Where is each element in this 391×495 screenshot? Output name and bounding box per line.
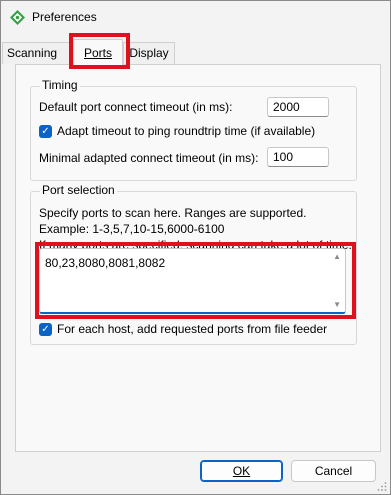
- tab-ports[interactable]: Ports: [73, 39, 123, 66]
- file-feeder-checkbox[interactable]: ✓: [39, 323, 52, 336]
- port-help-line2: Example: 1-3,5,7,10-15,6000-6100: [39, 222, 225, 236]
- ports-panel: Timing Default port connect timeout (in …: [15, 64, 381, 452]
- port-help-line1: Specify ports to scan here. Ranges are s…: [39, 206, 307, 220]
- angry-ip-scanner-icon: [10, 10, 25, 25]
- title-bar[interactable]: Preferences: [1, 1, 390, 33]
- default-timeout-label: Default port connect timeout (in ms):: [39, 100, 233, 114]
- resize-grip-icon[interactable]: [377, 481, 387, 491]
- tab-scanning-label: Scanning: [7, 46, 58, 60]
- window-title: Preferences: [32, 10, 97, 24]
- tab-display[interactable]: Display: [123, 42, 175, 64]
- adapt-timeout-label: Adapt timeout to ping roundtrip time (if…: [57, 124, 316, 138]
- port-selection-legend: Port selection: [40, 183, 117, 197]
- ok-button-label: OK: [232, 464, 251, 478]
- scroll-down-arrow-icon[interactable]: ▼: [333, 300, 341, 309]
- timing-legend: Timing: [40, 78, 80, 92]
- port-selection-group: Port selection Specify ports to scan her…: [30, 183, 357, 345]
- ports-textarea[interactable]: 80,23,8080,8081,8082 ▲ ▼: [39, 248, 346, 314]
- timing-group: Timing Default port connect timeout (in …: [30, 78, 357, 181]
- min-timeout-label: Minimal adapted connect timeout (in ms):: [39, 151, 259, 165]
- min-timeout-field[interactable]: 100: [267, 147, 329, 167]
- ok-button[interactable]: OK: [200, 460, 283, 482]
- default-timeout-value: 2000: [273, 100, 300, 114]
- cancel-button-label: Cancel: [314, 464, 353, 478]
- default-timeout-field[interactable]: 2000: [267, 97, 329, 117]
- tab-display-label: Display: [129, 46, 169, 60]
- file-feeder-label: For each host, add requested ports from …: [57, 322, 328, 336]
- tab-ports-label: Ports: [83, 46, 112, 60]
- cancel-button[interactable]: Cancel: [291, 460, 376, 482]
- min-timeout-value: 100: [273, 150, 294, 164]
- tab-scanning[interactable]: Scanning: [2, 42, 76, 64]
- preferences-window: Preferences Scanning Display Ports Timin…: [0, 0, 391, 495]
- ports-text: 80,23,8080,8081,8082: [45, 256, 166, 270]
- scroll-up-arrow-icon[interactable]: ▲: [333, 252, 341, 261]
- adapt-timeout-checkbox[interactable]: ✓: [39, 125, 52, 138]
